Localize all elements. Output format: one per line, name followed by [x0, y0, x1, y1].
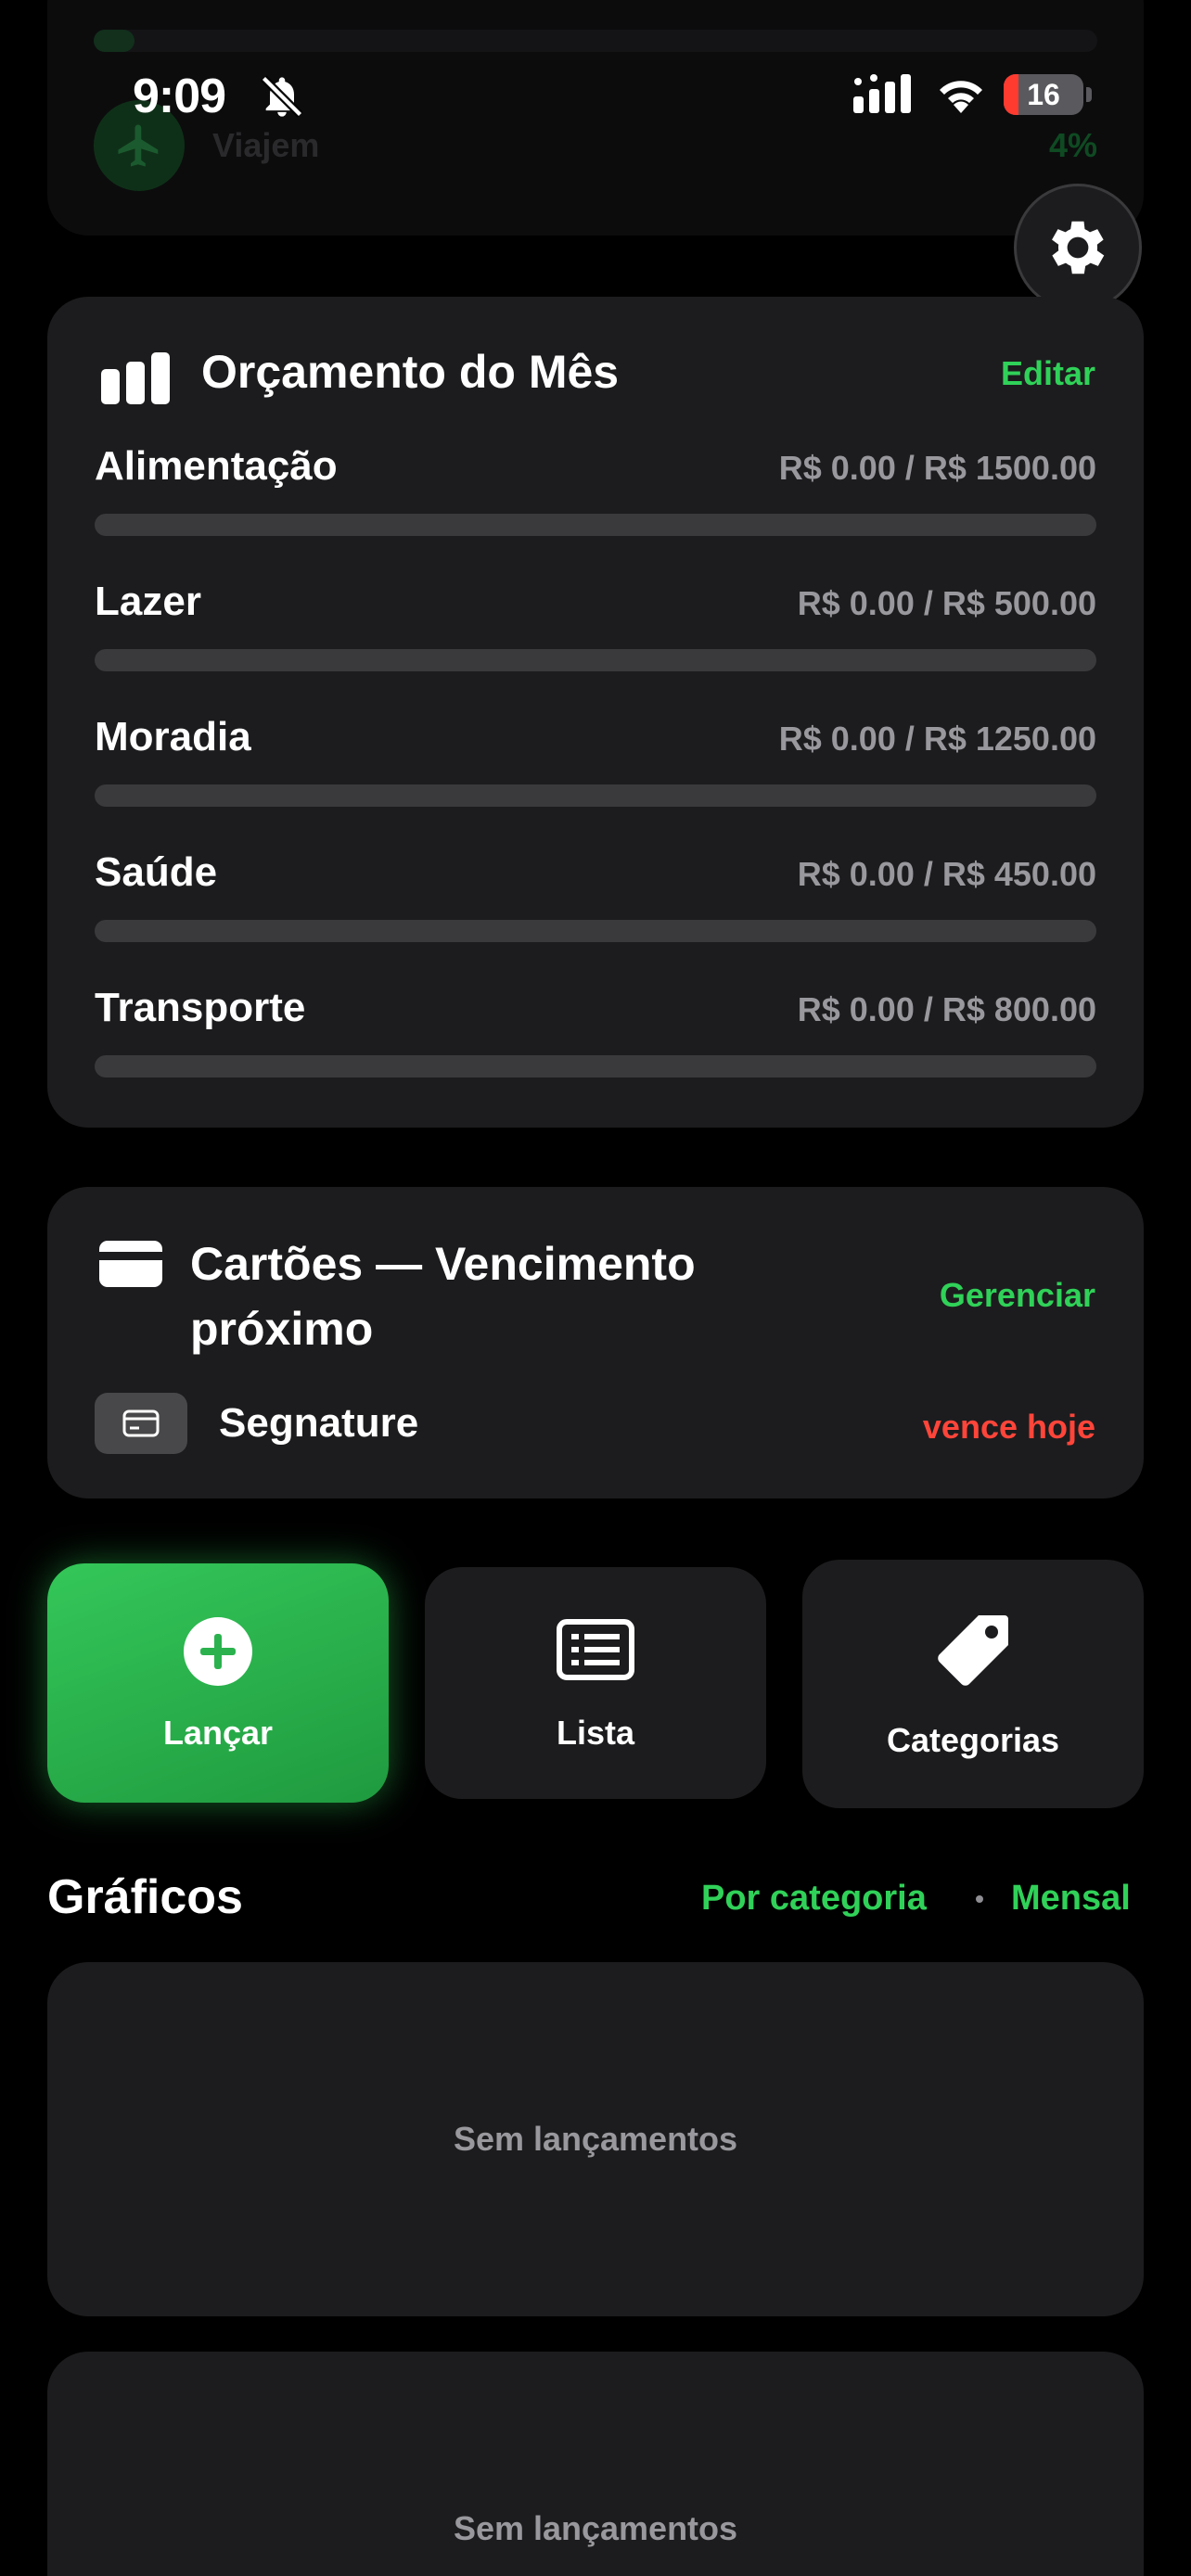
card-due-status: vence hoje [922, 1408, 1095, 1446]
status-time: 9:09 [133, 70, 226, 123]
goal-name: Viajem [212, 126, 320, 164]
empty-state-text: Sem lançamentos [453, 2509, 738, 2547]
budget-row[interactable]: Moradia R$ 0.00 / R$ 1250.00 [95, 714, 1096, 825]
budget-row-value: R$ 0.00 / R$ 1250.00 [778, 720, 1096, 758]
goal-percent: 4% [1048, 126, 1097, 164]
budget-row-value: R$ 0.00 / R$ 450.00 [797, 855, 1096, 893]
cards-due-card: Cartões — Vencimento próximo Gerenciar S… [47, 1187, 1144, 1498]
budget-row[interactable]: Lazer R$ 0.00 / R$ 500.00 [95, 579, 1096, 690]
monthly-toggle[interactable]: Mensal [1011, 1879, 1131, 1919]
gear-icon [1052, 221, 1105, 274]
budget-row-name: Moradia [95, 714, 251, 759]
categories-label: Categorias [886, 1721, 1060, 1759]
manage-cards-button[interactable]: Gerenciar [940, 1276, 1095, 1315]
list-label: Lista [556, 1714, 635, 1752]
budget-row-name: Saúde [95, 849, 218, 895]
budget-row-name: Alimentação [95, 443, 338, 489]
card-name[interactable]: Segnature [219, 1400, 418, 1447]
budget-row-value: R$ 0.00 / R$ 1500.00 [778, 449, 1096, 487]
charts-title: Gráficos [47, 1870, 243, 1924]
launch-button[interactable]: Lançar [47, 1563, 389, 1803]
budget-row-track [95, 1055, 1096, 1078]
budget-row-name: Transporte [95, 985, 306, 1030]
separator-dot [976, 1895, 983, 1903]
budget-row[interactable]: Alimentação R$ 0.00 / R$ 1500.00 [95, 443, 1096, 555]
budget-row-track [95, 649, 1096, 671]
battery-nub [1086, 87, 1092, 102]
budget-row[interactable]: Transporte R$ 0.00 / R$ 800.00 [95, 985, 1096, 1096]
launch-label: Lançar [162, 1714, 274, 1752]
budget-row-value: R$ 0.00 / R$ 500.00 [797, 584, 1096, 622]
categories-button[interactable]: Categorias [802, 1560, 1144, 1808]
tag-icon [802, 1612, 1144, 1690]
cards-title: Cartões — Vencimento próximo [190, 1238, 696, 1355]
cellular-signal-icon [853, 74, 913, 118]
budget-row-name: Lazer [95, 579, 201, 624]
battery-level: 16 [1027, 78, 1060, 111]
status-bar: 9:09 16 [0, 0, 1191, 130]
chart-card-monthly: Sem lançamentos [47, 2352, 1144, 2576]
budget-row-track [95, 784, 1096, 807]
budget-row-track [95, 920, 1096, 942]
budget-row-track [95, 514, 1096, 536]
budget-row-value: R$ 0.00 / R$ 800.00 [797, 990, 1096, 1028]
by-category-toggle[interactable]: Por categoria [701, 1879, 927, 1919]
wifi-icon [935, 74, 987, 118]
credit-card-icon [99, 1241, 162, 1292]
budget-card: Orçamento do Mês Editar Alimentação R$ 0… [47, 297, 1144, 1128]
budget-title: Orçamento do Mês [201, 346, 620, 398]
budget-row[interactable]: Saúde R$ 0.00 / R$ 450.00 [95, 849, 1096, 961]
bell-slash-icon [258, 72, 306, 125]
plus-circle-icon [47, 1617, 389, 1686]
card-chip-icon [95, 1393, 187, 1454]
chart-card-category: Sem lançamentos [47, 1962, 1144, 2316]
edit-budget-button[interactable]: Editar [1001, 354, 1095, 393]
settings-button[interactable] [1014, 184, 1142, 312]
battery-icon: 16 [1004, 74, 1083, 115]
bar-chart-icon [101, 352, 172, 409]
list-button[interactable]: Lista [425, 1567, 766, 1799]
list-icon [425, 1619, 766, 1680]
empty-state-text: Sem lançamentos [453, 2120, 738, 2158]
